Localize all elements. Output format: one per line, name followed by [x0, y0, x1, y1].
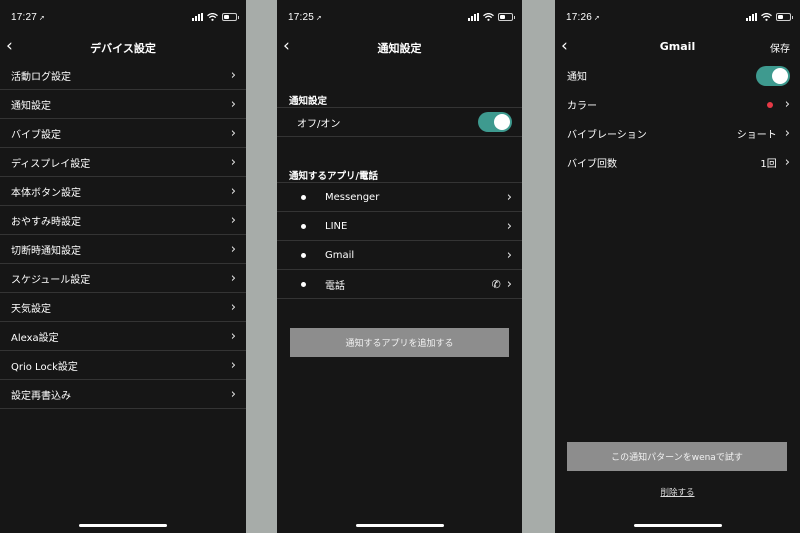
- settings-item-vibration[interactable]: バイブ設定 ›: [0, 119, 246, 148]
- test-pattern-button[interactable]: この通知パターンをwenaで試す: [567, 442, 787, 471]
- page-title: 通知設定: [377, 42, 422, 55]
- phone-icon: ✆: [491, 277, 501, 291]
- signal-icon: [746, 13, 757, 21]
- chevron-right-icon: ›: [506, 189, 512, 205]
- chevron-right-icon: ›: [230, 67, 236, 83]
- settings-item-qrio-lock[interactable]: Qrio Lock設定 ›: [0, 351, 246, 380]
- section-header-notification: 通知設定: [289, 96, 328, 107]
- nav-bar: ‹ 通知設定: [277, 36, 522, 58]
- page-title: Gmail: [659, 40, 696, 53]
- chevron-right-icon: ›: [230, 328, 236, 344]
- bullet-icon: [301, 194, 306, 200]
- signal-icon: [192, 13, 203, 21]
- vibration-count-value: 1回: [760, 159, 777, 170]
- vibration-value: ショート: [736, 130, 777, 141]
- status-time: 17:27: [11, 12, 38, 23]
- app-item-gmail[interactable]: Gmail ›: [277, 241, 522, 270]
- chevron-right-icon: ›: [230, 241, 236, 257]
- settings-item-notification[interactable]: 通知設定 ›: [0, 90, 246, 119]
- chevron-right-icon: ›: [784, 155, 790, 170]
- chevron-right-icon: ›: [230, 183, 236, 199]
- status-bar: 17:26 ➚: [555, 0, 800, 36]
- battery-icon: [222, 13, 239, 21]
- notification-toggle[interactable]: [478, 112, 512, 132]
- settings-item-display[interactable]: ディスプレイ設定 ›: [0, 148, 246, 177]
- settings-item-sleep[interactable]: おやすみ時設定 ›: [0, 206, 246, 235]
- app-item-line[interactable]: LINE ›: [277, 212, 522, 241]
- color-row[interactable]: カラー ›: [555, 90, 800, 119]
- vibration-label: バイブレーション: [567, 130, 647, 141]
- signal-icon: [468, 13, 479, 21]
- settings-list: 活動ログ設定 › 通知設定 › バイブ設定 › ディスプレイ設定 › 本体ボタン設定 › …: [0, 61, 246, 409]
- app-list: Messenger › LINE › Gmail › 電話 ✆ ›: [277, 182, 522, 299]
- settings-item-disconnect-notification[interactable]: 切断時通知設定 ›: [0, 235, 246, 264]
- settings-item-rewrite[interactable]: 設定再書込み ›: [0, 380, 246, 409]
- status-bar: 17:27 ➚: [0, 0, 246, 36]
- vibration-count-row[interactable]: バイブ回数 1回 ›: [555, 148, 800, 177]
- settings-item-device-button[interactable]: 本体ボタン設定 ›: [0, 177, 246, 206]
- chevron-right-icon: ›: [506, 247, 512, 263]
- chevron-right-icon: ›: [230, 386, 236, 402]
- settings-item-weather[interactable]: 天気設定 ›: [0, 293, 246, 322]
- toggle-label: オフ/オン: [297, 118, 341, 130]
- chevron-right-icon: ›: [784, 97, 790, 112]
- settings-item-activity-log[interactable]: 活動ログ設定 ›: [0, 61, 246, 90]
- vibration-row[interactable]: バイブレーション ショート ›: [555, 119, 800, 148]
- home-indicator[interactable]: [79, 524, 167, 527]
- chevron-right-icon: ›: [230, 125, 236, 141]
- delete-link[interactable]: 削除する: [555, 486, 800, 498]
- notify-toggle[interactable]: [756, 65, 790, 86]
- location-icon: ➚: [594, 15, 601, 22]
- chevron-right-icon: ›: [230, 357, 236, 373]
- chevron-right-icon: ›: [506, 276, 512, 292]
- gmail-settings-list: 通知 カラー › バイブレーション ショート › バイブ回数 1回 ›: [555, 61, 800, 177]
- settings-item-alexa[interactable]: Alexa設定 ›: [0, 322, 246, 351]
- page-title: デバイス設定: [90, 42, 156, 55]
- app-item-phone[interactable]: 電話 ✆ ›: [277, 270, 522, 299]
- chevron-right-icon: ›: [230, 270, 236, 286]
- color-label: カラー: [567, 101, 597, 112]
- location-icon: ➚: [39, 15, 46, 22]
- add-app-button[interactable]: 通知するアプリを追加する: [290, 328, 509, 357]
- home-indicator[interactable]: [633, 524, 722, 527]
- section-header-apps: 通知するアプリ/電話: [289, 171, 378, 182]
- chevron-right-icon: ›: [230, 96, 236, 112]
- battery-icon: [498, 13, 515, 21]
- notification-toggle-row: オフ/オン: [277, 108, 522, 137]
- nav-bar: ‹ デバイス設定: [0, 36, 246, 58]
- wifi-icon: [761, 13, 772, 21]
- bullet-icon: [301, 281, 306, 287]
- wifi-icon: [207, 13, 218, 21]
- toggle-list: オフ/オン: [277, 107, 522, 137]
- chevron-right-icon: ›: [230, 154, 236, 170]
- vibration-count-label: バイブ回数: [567, 159, 617, 170]
- bullet-icon: [301, 223, 306, 229]
- notify-toggle-row: 通知: [555, 61, 800, 90]
- status-time: 17:25: [288, 12, 315, 23]
- location-icon: ➚: [316, 15, 323, 22]
- notify-label: 通知: [567, 72, 587, 83]
- screen-notification-settings: 17:25 ➚ ‹ 通知設定 通知設定 オフ/オン 通知するアプリ/電話 Mess…: [277, 0, 522, 533]
- chevron-right-icon: ›: [230, 299, 236, 315]
- settings-item-schedule[interactable]: スケジュール設定 ›: [0, 264, 246, 293]
- status-time: 17:26: [566, 12, 593, 23]
- nav-bar: ‹ Gmail 保存: [555, 36, 800, 58]
- chevron-right-icon: ›: [506, 218, 512, 234]
- color-swatch: [766, 101, 773, 108]
- app-item-messenger[interactable]: Messenger ›: [277, 183, 522, 212]
- screen-gmail-settings: 17:26 ➚ ‹ Gmail 保存 通知 カラー › バイブレーション ショート…: [555, 0, 800, 533]
- bullet-icon: [301, 252, 306, 258]
- screen-device-settings: 17:27 ➚ ‹ デバイス設定 活動ログ設定 › 通知設定 › バイブ設定 › ディス…: [0, 0, 246, 533]
- chevron-right-icon: ›: [230, 212, 236, 228]
- home-indicator[interactable]: [355, 524, 444, 527]
- battery-icon: [776, 13, 793, 21]
- status-bar: 17:25 ➚: [277, 0, 522, 36]
- chevron-right-icon: ›: [784, 126, 790, 141]
- save-button[interactable]: 保存: [770, 40, 790, 55]
- wifi-icon: [483, 13, 494, 21]
